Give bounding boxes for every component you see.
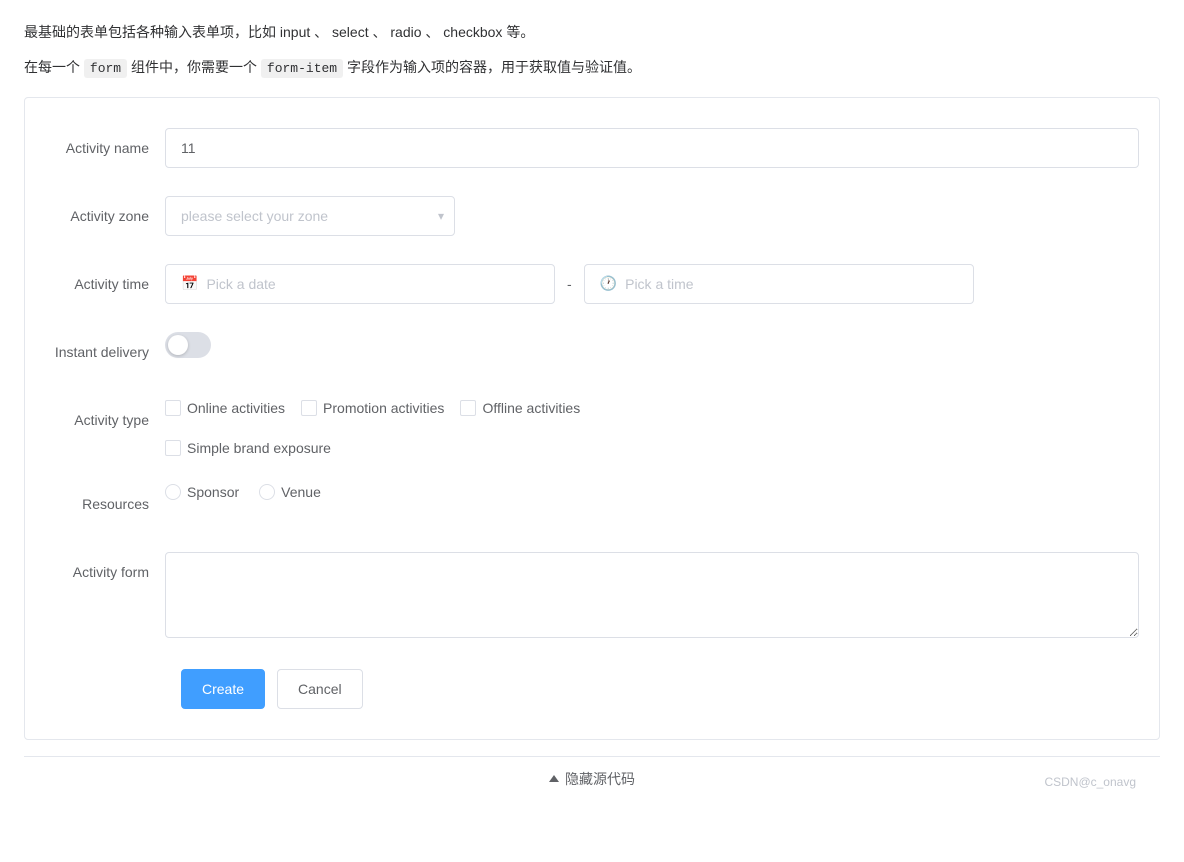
time-placeholder: Pick a time bbox=[625, 276, 693, 292]
label-resources: Resources bbox=[45, 484, 165, 524]
content-resources: Sponsor Venue bbox=[165, 484, 1139, 500]
checkbox-online-activities[interactable]: Online activities bbox=[165, 400, 285, 416]
intro-text-2-suffix: 字段作为输入项的容器，用于获取值与验证值。 bbox=[347, 59, 641, 75]
label-activity-form: Activity form bbox=[45, 552, 165, 592]
intro-code-form: form bbox=[84, 59, 127, 78]
resources-radio-group: Sponsor Venue bbox=[165, 484, 321, 500]
content-instant-delivery bbox=[165, 332, 1139, 358]
chevron-down-icon: ▾ bbox=[438, 209, 444, 223]
intro-code-form-item: form-item bbox=[261, 59, 343, 78]
checkbox-offline-activities[interactable]: Offline activities bbox=[460, 400, 580, 416]
switch-track bbox=[165, 332, 211, 358]
intro-text-2-prefix: 在每一个 bbox=[24, 59, 80, 75]
checkbox-label-promotion: Promotion activities bbox=[323, 400, 444, 416]
label-activity-name: Activity name bbox=[45, 128, 165, 168]
activity-zone-placeholder: please select your zone bbox=[181, 208, 328, 224]
switch-thumb bbox=[168, 335, 188, 355]
calendar-icon: 📅 bbox=[181, 275, 198, 292]
checkbox-box-offline bbox=[460, 400, 476, 416]
intro-text-1: 最基础的表单包括各种输入表单项，比如 input 、 select 、 radi… bbox=[24, 24, 534, 40]
form-item-resources: Resources Sponsor Venue bbox=[45, 484, 1139, 524]
activity-name-input[interactable] bbox=[165, 128, 1139, 168]
checkbox-label-online: Online activities bbox=[187, 400, 285, 416]
checkbox-simple-brand[interactable]: Simple brand exposure bbox=[165, 440, 762, 456]
bottom-bar: 隐藏源代码 CSDN@c_onavg bbox=[24, 756, 1160, 801]
content-activity-form bbox=[165, 552, 1139, 641]
radio-circle-sponsor bbox=[165, 484, 181, 500]
activity-form-textarea-wrapper bbox=[165, 552, 1139, 641]
intro-section: 最基础的表单包括各种输入表单项，比如 input 、 select 、 radi… bbox=[24, 20, 1160, 81]
intro-line-1: 最基础的表单包括各种输入表单项，比如 input 、 select 、 radi… bbox=[24, 20, 1160, 45]
activity-zone-display[interactable]: please select your zone ▾ bbox=[165, 196, 455, 236]
checkbox-promotion-activities[interactable]: Promotion activities bbox=[301, 400, 444, 416]
cancel-button[interactable]: Cancel bbox=[277, 669, 363, 709]
date-placeholder: Pick a date bbox=[206, 276, 275, 292]
csdn-watermark: CSDN@c_onavg bbox=[1044, 775, 1136, 789]
create-button[interactable]: Create bbox=[181, 669, 265, 709]
label-activity-type: Activity type bbox=[45, 400, 165, 440]
hide-code-button[interactable]: 隐藏源代码 bbox=[549, 769, 635, 789]
activity-zone-select[interactable]: please select your zone ▾ bbox=[165, 196, 455, 236]
checkbox-label-brand: Simple brand exposure bbox=[187, 440, 331, 456]
form-item-activity-form: Activity form bbox=[45, 552, 1139, 641]
instant-delivery-toggle[interactable] bbox=[165, 332, 211, 358]
form-item-activity-zone: Activity zone please select your zone ▾ bbox=[45, 196, 1139, 236]
activity-form-textarea[interactable] bbox=[165, 552, 1139, 638]
label-activity-zone: Activity zone bbox=[45, 196, 165, 236]
form-item-activity-name: Activity name bbox=[45, 128, 1139, 168]
page-wrapper: 最基础的表单包括各种输入表单项，比如 input 、 select 、 radi… bbox=[0, 0, 1184, 862]
form-item-instant-delivery: Instant delivery bbox=[45, 332, 1139, 372]
activity-name-input-wrapper bbox=[165, 128, 1139, 168]
radio-circle-venue bbox=[259, 484, 275, 500]
clock-icon: 🕐 bbox=[600, 275, 617, 292]
time-picker[interactable]: 🕐 Pick a time bbox=[584, 264, 974, 304]
form-item-activity-type: Activity type Online activities Promotio… bbox=[45, 400, 1139, 456]
checkbox-box-online bbox=[165, 400, 181, 416]
activity-type-checkboxes: Online activities Promotion activities O… bbox=[165, 400, 762, 456]
label-instant-delivery: Instant delivery bbox=[45, 332, 165, 372]
content-activity-zone: please select your zone ▾ bbox=[165, 196, 1139, 236]
form-item-activity-time: Activity time 📅 Pick a date - 🕐 Pick a t… bbox=[45, 264, 1139, 304]
content-activity-time: 📅 Pick a date - 🕐 Pick a time bbox=[165, 264, 1139, 304]
content-activity-name bbox=[165, 128, 1139, 168]
intro-text-2-mid: 组件中，你需要一个 bbox=[131, 59, 257, 75]
radio-label-venue: Venue bbox=[281, 484, 321, 500]
checkbox-box-promotion bbox=[301, 400, 317, 416]
label-activity-time: Activity time bbox=[45, 264, 165, 304]
radio-label-sponsor: Sponsor bbox=[187, 484, 239, 500]
hide-code-label: 隐藏源代码 bbox=[565, 769, 635, 789]
date-picker[interactable]: 📅 Pick a date bbox=[165, 264, 555, 304]
triangle-up-icon bbox=[549, 775, 559, 782]
checkbox-box-brand bbox=[165, 440, 181, 456]
button-group: Create Cancel bbox=[181, 669, 1139, 709]
intro-line-2: 在每一个 form 组件中，你需要一个 form-item 字段作为输入项的容器… bbox=[24, 55, 1160, 80]
checkbox-label-offline: Offline activities bbox=[482, 400, 580, 416]
form-container: Activity name Activity zone please selec… bbox=[24, 97, 1160, 740]
time-separator: - bbox=[563, 276, 576, 292]
radio-venue[interactable]: Venue bbox=[259, 484, 321, 500]
radio-sponsor[interactable]: Sponsor bbox=[165, 484, 239, 500]
content-activity-type: Online activities Promotion activities O… bbox=[165, 400, 1139, 456]
